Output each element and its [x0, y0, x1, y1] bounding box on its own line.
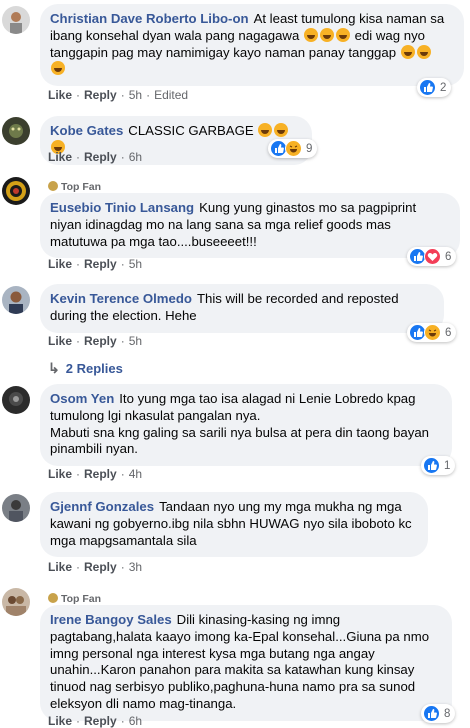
- comment-author[interactable]: Kevin Terence Olmedo: [50, 291, 192, 306]
- reaction-summary[interactable]: 8: [421, 704, 456, 723]
- like-reaction-icon: [419, 79, 436, 96]
- like-link[interactable]: Like: [48, 714, 72, 728]
- view-replies-link[interactable]: ↳ 2 Replies: [48, 360, 123, 377]
- like-reaction-icon: [423, 705, 440, 722]
- laughing-emoji-icon: [400, 44, 415, 59]
- comment-actions: Like · Reply · 6h: [48, 714, 143, 728]
- like-link[interactable]: Like: [48, 560, 72, 574]
- comment-timestamp[interactable]: 5h: [129, 334, 142, 348]
- comment-bubble: Christian Dave Roberto Libo-on At least t…: [40, 4, 464, 87]
- comment-bubble: Gjennf Gonzales Tandaan nyo ung my mga mu…: [40, 492, 428, 558]
- love-reaction-icon: [424, 248, 441, 265]
- reply-link[interactable]: Reply: [84, 334, 117, 348]
- avatar[interactable]: [2, 117, 30, 145]
- avatar[interactable]: [2, 177, 30, 205]
- comment-actions: Like · Reply · 5h: [48, 257, 143, 271]
- top-fan-icon: [48, 181, 58, 191]
- laughing-emoji-icon: [335, 27, 350, 42]
- comment-timestamp[interactable]: 5h: [129, 257, 142, 271]
- reply-link[interactable]: Reply: [84, 88, 117, 102]
- comment-text: CLASSIC GARBAGE: [128, 123, 254, 138]
- haha-reaction-icon: [424, 324, 441, 341]
- reply-link[interactable]: Reply: [84, 257, 117, 271]
- top-fan-badge: Top Fan: [48, 181, 101, 193]
- reaction-count: 1: [444, 459, 451, 472]
- reply-link[interactable]: Reply: [84, 150, 117, 164]
- comment-author[interactable]: Osom Yen: [50, 391, 114, 406]
- comment-author[interactable]: Kobe Gates: [50, 123, 123, 138]
- avatar[interactable]: [2, 588, 30, 616]
- reaction-count: 9: [306, 142, 313, 155]
- like-link[interactable]: Like: [48, 257, 72, 271]
- avatar[interactable]: [2, 494, 30, 522]
- reaction-summary[interactable]: 6: [407, 323, 457, 342]
- laughing-emoji-icon: [274, 123, 289, 137]
- reaction-count: 8: [444, 707, 451, 720]
- like-reaction-icon: [423, 457, 440, 474]
- reaction-count: 6: [445, 326, 452, 339]
- reply-link[interactable]: Reply: [84, 467, 117, 481]
- comment-timestamp[interactable]: 4h: [129, 467, 142, 481]
- comment-actions: Like · Reply · 3h: [48, 560, 143, 574]
- avatar[interactable]: [2, 386, 30, 414]
- reaction-count: 2: [440, 81, 447, 94]
- like-link[interactable]: Like: [48, 88, 72, 102]
- reply-link[interactable]: Reply: [84, 560, 117, 574]
- avatar[interactable]: [2, 286, 30, 314]
- comment-timestamp[interactable]: 6h: [129, 150, 142, 164]
- haha-reaction-icon: [285, 140, 302, 157]
- laughing-emoji-icon: [303, 27, 318, 42]
- comment-actions: Like · Reply · 4h: [48, 467, 143, 481]
- comment-author[interactable]: Irene Bangoy Sales: [50, 612, 172, 627]
- reaction-summary[interactable]: 6: [407, 247, 457, 266]
- like-link[interactable]: Like: [48, 150, 72, 164]
- comment-bubble: Kevin Terence Olmedo This will be recorde…: [40, 284, 444, 333]
- comment-bubble: Osom Yen Ito yung mga tao isa alagad ni L…: [40, 384, 452, 467]
- avatar[interactable]: [2, 6, 30, 34]
- reply-link[interactable]: Reply: [84, 714, 117, 728]
- laughing-emoji-icon: [51, 61, 65, 76]
- reaction-count: 6: [445, 250, 452, 263]
- reply-arrow-icon: ↳: [48, 360, 60, 376]
- comment-timestamp[interactable]: 6h: [129, 714, 142, 728]
- comment-timestamp[interactable]: 5h: [129, 88, 142, 102]
- top-fan-badge: Top Fan: [48, 593, 101, 605]
- laughing-emoji-icon: [416, 44, 431, 59]
- laughing-emoji-icon: [319, 27, 334, 42]
- comment-author[interactable]: Christian Dave Roberto Libo-on: [50, 11, 249, 26]
- comment-timestamp[interactable]: 3h: [129, 560, 142, 574]
- comment-actions: Like · Reply · 5h · Edited: [48, 88, 189, 102]
- reaction-summary[interactable]: 9: [268, 139, 318, 158]
- top-fan-icon: [48, 593, 58, 603]
- reaction-summary[interactable]: 1: [421, 456, 456, 475]
- edited-label: Edited: [154, 88, 189, 102]
- comment-text-continued: Mabuti sna kng galing sa sarili nya buls…: [50, 424, 430, 457]
- like-link[interactable]: Like: [48, 467, 72, 481]
- comment-author[interactable]: Gjennf Gonzales: [50, 499, 154, 514]
- comment-bubble: Eusebio Tinio Lansang Kung yung ginastos …: [40, 193, 460, 259]
- reaction-summary[interactable]: 2: [417, 78, 452, 97]
- comment-bubble: Irene Bangoy Sales Dili kinasing-kasing n…: [40, 605, 452, 721]
- laughing-emoji-icon: [258, 123, 273, 137]
- comment-actions: Like · Reply · 6h: [48, 150, 143, 164]
- comment-author[interactable]: Eusebio Tinio Lansang: [50, 200, 194, 215]
- like-link[interactable]: Like: [48, 334, 72, 348]
- comment-actions: Like · Reply · 5h: [48, 334, 143, 348]
- comments-section: Christian Dave Roberto Libo-on At least t…: [0, 0, 470, 728]
